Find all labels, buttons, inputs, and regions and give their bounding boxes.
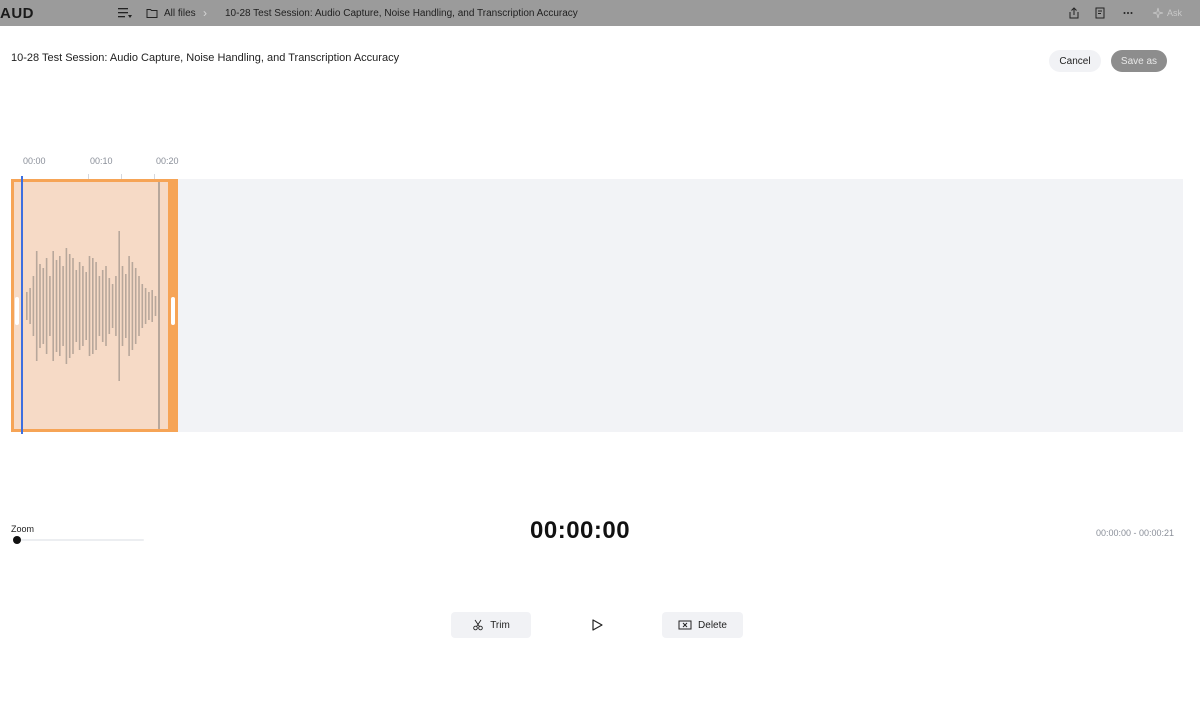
delete-label: Delete bbox=[698, 619, 727, 631]
ruler-tick-label: 00:10 bbox=[90, 156, 113, 166]
selection-start-handle[interactable] bbox=[15, 297, 19, 325]
time-ruler: 00:00 00:10 00:20 bbox=[11, 156, 211, 180]
breadcrumb-all-files[interactable]: All files bbox=[164, 8, 196, 19]
sparkle-icon bbox=[1152, 7, 1164, 19]
waveform-bar bbox=[154, 296, 157, 316]
ruler-tick-label: 00:20 bbox=[156, 156, 179, 166]
waveform-bar bbox=[121, 266, 124, 346]
waveform-bar bbox=[45, 258, 48, 354]
waveform-bar bbox=[82, 266, 84, 346]
waveform-bar bbox=[144, 288, 147, 324]
folder-icon bbox=[146, 9, 158, 18]
more-icon[interactable] bbox=[1121, 6, 1135, 20]
waveform-bar bbox=[65, 248, 68, 364]
waveform bbox=[26, 231, 157, 381]
waveform-bar bbox=[39, 264, 41, 348]
waveform-bar bbox=[131, 262, 134, 350]
waveform-bar bbox=[85, 272, 87, 340]
top-bar: AUD All files › 10-28 Test Session: Audi… bbox=[0, 0, 1200, 26]
waveform-bar bbox=[101, 270, 104, 342]
waveform-bar bbox=[115, 276, 117, 336]
share-icon[interactable] bbox=[1067, 6, 1081, 20]
waveform-bar bbox=[125, 274, 127, 338]
trim-selection[interactable] bbox=[11, 179, 178, 432]
bookmark-icon[interactable] bbox=[1093, 6, 1107, 20]
zoom-slider-knob[interactable] bbox=[13, 536, 21, 544]
waveform-bar bbox=[55, 260, 58, 352]
ask-button[interactable]: Ask bbox=[1167, 8, 1182, 18]
zoom-label: Zoom bbox=[11, 524, 35, 534]
selection-end-marker bbox=[158, 182, 160, 429]
waveform-bar bbox=[128, 256, 130, 356]
waveform-bar bbox=[59, 256, 61, 356]
save-as-button[interactable]: Save as bbox=[1111, 50, 1167, 72]
waveform-bar bbox=[98, 276, 101, 336]
waveform-bar bbox=[148, 292, 150, 320]
waveform-bar bbox=[42, 268, 45, 344]
waveform-bar bbox=[52, 251, 54, 361]
audio-track[interactable] bbox=[11, 179, 1183, 432]
waveform-bar bbox=[138, 276, 140, 336]
waveform-bar bbox=[72, 258, 74, 354]
app-logo: AUD bbox=[0, 5, 34, 22]
scissors-icon bbox=[473, 619, 483, 631]
menu-toggle-icon[interactable] bbox=[117, 6, 133, 20]
waveform-bar bbox=[32, 276, 35, 336]
play-icon[interactable] bbox=[589, 617, 605, 633]
waveform-bar bbox=[88, 256, 91, 356]
ruler-tick-label: 00:00 bbox=[23, 156, 46, 166]
waveform-bar bbox=[49, 276, 51, 336]
selection-end-handle[interactable] bbox=[171, 297, 175, 325]
current-time: 00:00:00 bbox=[530, 517, 631, 544]
trim-label: Trim bbox=[490, 619, 510, 631]
waveform-bar bbox=[68, 254, 71, 358]
waveform-bar bbox=[62, 266, 64, 346]
cancel-button[interactable]: Cancel bbox=[1049, 50, 1101, 72]
waveform-bar bbox=[75, 270, 78, 342]
waveform-bar bbox=[118, 231, 120, 381]
breadcrumb-separator: › bbox=[203, 6, 207, 20]
waveform-bar bbox=[141, 284, 144, 328]
page-title: 10-28 Test Session: Audio Capture, Noise… bbox=[11, 52, 400, 64]
waveform-bar bbox=[151, 290, 153, 322]
waveform-bar bbox=[111, 284, 114, 328]
waveform-bar bbox=[95, 262, 97, 350]
waveform-bar bbox=[78, 262, 81, 350]
playhead[interactable] bbox=[21, 176, 23, 434]
delete-button[interactable]: Delete bbox=[662, 612, 743, 638]
waveform-bar bbox=[92, 258, 94, 354]
breadcrumb-current-file: 10-28 Test Session: Audio Capture, Noise… bbox=[225, 8, 578, 19]
zoom-slider[interactable] bbox=[14, 539, 144, 541]
selection-range: 00:00:00 - 00:00:21 bbox=[1096, 528, 1175, 538]
waveform-bar bbox=[134, 268, 137, 344]
waveform-bar bbox=[108, 278, 111, 334]
delete-box-icon bbox=[678, 620, 692, 630]
waveform-bar bbox=[29, 288, 31, 324]
waveform-bar bbox=[35, 251, 38, 361]
waveform-bar bbox=[26, 292, 28, 320]
trim-button[interactable]: Trim bbox=[451, 612, 531, 638]
waveform-bar bbox=[105, 266, 107, 346]
